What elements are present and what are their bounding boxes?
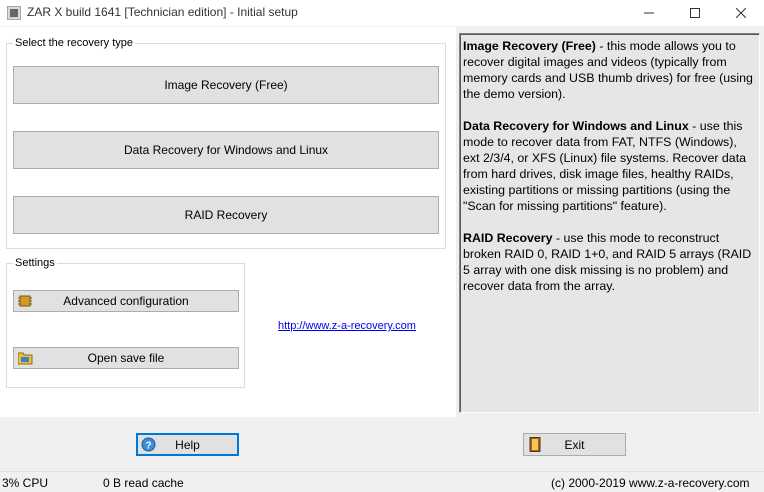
data-recovery-heading: Data Recovery for Windows and Linux	[463, 119, 689, 133]
image-recovery-description: Image Recovery (Free) - this mode allows…	[463, 39, 753, 101]
folder-icon	[18, 352, 33, 365]
data-recovery-button[interactable]: Data Recovery for Windows and Linux	[13, 131, 439, 169]
advanced-configuration-button[interactable]: Advanced configuration	[13, 290, 239, 312]
svg-text:?: ?	[145, 441, 151, 452]
open-save-file-label: Open save file	[87, 351, 165, 365]
recovery-type-legend: Select the recovery type	[13, 37, 136, 49]
help-button[interactable]: ? Help	[136, 433, 239, 456]
help-icon: ?	[141, 437, 156, 452]
close-icon	[736, 8, 746, 18]
image-recovery-button[interactable]: Image Recovery (Free)	[13, 66, 439, 104]
advanced-configuration-label: Advanced configuration	[63, 294, 189, 308]
title-bar: ZAR X build 1641 [Technician edition] - …	[0, 0, 764, 26]
settings-legend: Settings	[13, 257, 57, 269]
raid-recovery-button[interactable]: RAID Recovery	[13, 196, 439, 234]
website-link[interactable]: http://www.z-a-recovery.com	[278, 320, 416, 332]
minimize-button[interactable]	[626, 0, 672, 26]
chip-icon	[18, 295, 32, 307]
raid-recovery-heading: RAID Recovery	[463, 231, 553, 245]
exit-door-icon	[529, 437, 541, 452]
app-icon	[7, 6, 21, 20]
status-bar: 3% CPU 0 B read cache (c) 2000-2019 www.…	[0, 471, 764, 492]
help-label: Help	[175, 437, 200, 452]
exit-button[interactable]: Exit	[523, 433, 626, 456]
copyright-text: (c) 2000-2019 www.z-a-recovery.com	[551, 476, 750, 490]
maximize-icon	[690, 8, 700, 18]
read-cache-status: 0 B read cache	[103, 476, 184, 490]
close-button[interactable]	[718, 0, 764, 26]
data-recovery-description: Data Recovery for Windows and Linux - us…	[463, 119, 747, 213]
exit-label: Exit	[564, 437, 585, 452]
window-title: ZAR X build 1641 [Technician edition] - …	[27, 5, 298, 19]
settings-group	[6, 263, 245, 388]
cpu-status: 3% CPU	[2, 476, 49, 490]
maximize-button[interactable]	[672, 0, 718, 26]
raid-recovery-description: RAID Recovery - use this mode to reconst…	[463, 231, 752, 293]
minimize-icon	[644, 12, 654, 14]
info-panel: Image Recovery (Free) - this mode allows…	[459, 33, 760, 413]
image-recovery-heading: Image Recovery (Free)	[463, 39, 596, 53]
open-save-file-button[interactable]: Open save file	[13, 347, 239, 369]
